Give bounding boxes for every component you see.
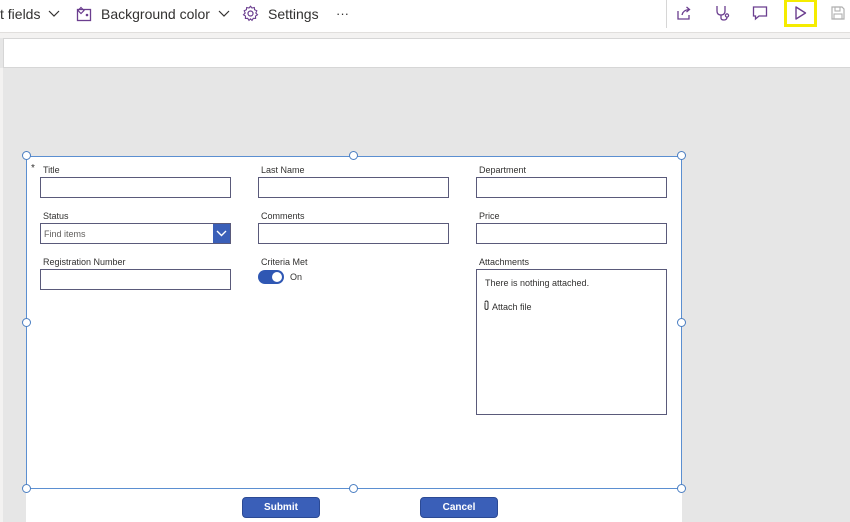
department-label: Department [479,165,527,175]
resize-handle-top-left[interactable] [22,151,31,160]
price-input[interactable] [476,223,667,244]
command-bar: t fields Background color Settings ··· [0,0,850,33]
cancel-button[interactable]: Cancel [420,497,498,518]
fields-label: t fields [0,5,41,22]
resize-handle-top-right[interactable] [677,151,686,160]
comments-input[interactable] [258,223,449,244]
background-color-menu[interactable]: Background color [76,0,230,27]
settings-label: Settings [268,5,319,22]
attachments-empty-text: There is nothing attached. [485,278,590,288]
more-icon: ··· [336,6,349,21]
canvas-left-edge [0,68,3,522]
stethoscope-icon[interactable] [710,2,734,24]
criteria-met-label: Criteria Met [261,257,308,267]
submit-button[interactable]: Submit [242,497,320,518]
background-color-icon [76,6,92,22]
required-indicator: * [31,163,35,174]
edit-fields-menu[interactable]: t fields [0,0,60,27]
resize-handle-top[interactable] [349,151,358,160]
title-input[interactable] [40,177,231,198]
share-icon[interactable] [672,2,696,24]
settings-button[interactable]: Settings [242,0,319,27]
chevron-down-icon[interactable] [213,224,230,243]
status-label: Status [43,211,69,221]
chevron-down-icon [48,10,60,18]
toggle-knob [272,272,282,282]
paperclip-icon [483,300,492,313]
resize-handle-bottom-left[interactable] [22,484,31,493]
preview-highlight-box [784,0,817,27]
registration-number-input[interactable] [40,269,231,290]
title-label: Title [43,165,60,175]
last-name-input[interactable] [258,177,449,198]
registration-number-label: Registration Number [43,257,126,267]
resize-handle-left[interactable] [22,318,31,327]
save-icon[interactable] [826,2,850,24]
toolbar-divider [666,0,667,28]
resize-handle-right[interactable] [677,318,686,327]
background-color-label: Background color [101,5,210,22]
comment-icon[interactable] [748,2,772,24]
comments-label: Comments [261,211,305,221]
attach-file-link[interactable]: Attach file [483,300,532,313]
status-dropdown[interactable]: Find items [40,223,231,244]
attachments-label: Attachments [479,257,530,267]
resize-handle-bottom[interactable] [349,484,358,493]
attachments-box: There is nothing attached. Attach file [476,269,667,415]
more-commands-button[interactable]: ··· [336,0,349,27]
chevron-down-icon [218,10,230,18]
resize-handle-bottom-right[interactable] [677,484,686,493]
price-label: Price [479,211,500,221]
attach-file-label: Attach file [492,301,532,312]
criteria-met-toggle[interactable] [258,270,284,284]
department-input[interactable] [476,177,667,198]
gear-icon [242,5,259,22]
criteria-met-state: On [290,272,303,282]
status-placeholder: Find items [44,228,86,239]
last-name-label: Last Name [261,165,305,175]
formula-bar[interactable] [3,38,850,68]
